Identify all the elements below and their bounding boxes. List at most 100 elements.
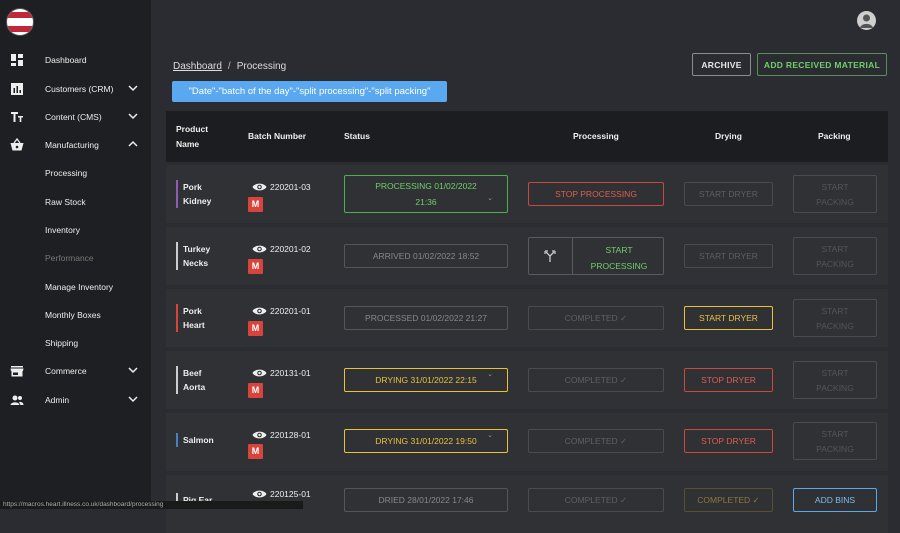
sidebar-item-label: Monthly Boxes bbox=[45, 310, 101, 320]
sidebar: Dashboard Customers (CRM) Content (CMS) … bbox=[0, 0, 151, 509]
archive-button[interactable]: ARCHIVE bbox=[692, 53, 751, 76]
eye-icon[interactable] bbox=[252, 430, 267, 440]
start-dryer-button[interactable]: START DRYER bbox=[684, 244, 773, 268]
account-avatar-icon[interactable] bbox=[857, 11, 876, 30]
chevron-down-icon bbox=[128, 396, 138, 403]
eye-icon[interactable] bbox=[252, 244, 267, 254]
table-row: Beef Aorta 220131-01 M DRYING 31/01/2022… bbox=[166, 351, 888, 409]
batch-number: 220125-01 bbox=[270, 489, 311, 499]
resize-handle-icon: ⌄ bbox=[487, 432, 493, 439]
start-packing-button[interactable]: START PACKING bbox=[793, 422, 877, 460]
status-badge: ARRIVED 01/02/2022 18:52 bbox=[344, 244, 508, 268]
eye-icon[interactable] bbox=[252, 306, 267, 316]
product-name: Salmon bbox=[176, 433, 214, 447]
filter-chip[interactable]: "Date"-"batch of the day"-"split process… bbox=[172, 81, 447, 102]
button-label: PACKING bbox=[816, 259, 854, 269]
sidebar-item-manage-inventory[interactable]: Manage Inventory bbox=[0, 273, 151, 301]
text-icon bbox=[11, 112, 23, 122]
start-processing-split-button[interactable]: START PROCESSING bbox=[528, 237, 664, 275]
button-label: START bbox=[821, 244, 849, 254]
start-packing-button[interactable]: START PACKING bbox=[793, 361, 877, 399]
breadcrumb: Dashboard / Processing bbox=[173, 61, 286, 72]
sidebar-item-manufacturing[interactable]: Manufacturing bbox=[0, 131, 151, 159]
resize-handle-icon: ⌄ bbox=[487, 371, 493, 378]
chevron-down-icon bbox=[128, 85, 138, 92]
product-name-line: Salmon bbox=[183, 435, 214, 445]
sidebar-item-dashboard[interactable]: Dashboard bbox=[0, 46, 151, 74]
chevron-up-icon bbox=[128, 140, 138, 147]
table-row: Turkey Necks 220201-02 M ARRIVED 01/02/2… bbox=[166, 227, 888, 285]
batch-number: 220201-03 bbox=[270, 182, 311, 192]
sidebar-item-shipping[interactable]: Shipping bbox=[0, 329, 151, 357]
add-bins-button[interactable]: ADD BINS bbox=[793, 488, 877, 512]
start-packing-button[interactable]: START PACKING bbox=[793, 299, 877, 337]
sidebar-item-label: Dashboard bbox=[45, 55, 87, 65]
sidebar-item-content[interactable]: Content (CMS) bbox=[0, 103, 151, 131]
dashboard-icon bbox=[11, 54, 23, 66]
sidebar-item-label: Raw Stock bbox=[45, 197, 86, 207]
brand-logo[interactable] bbox=[7, 9, 33, 35]
product-name-line: Turkey bbox=[183, 244, 211, 254]
status-text: 21:36 bbox=[415, 197, 437, 207]
button-label: START bbox=[821, 306, 849, 316]
product-name-line: Aorta bbox=[183, 382, 206, 392]
stop-processing-button[interactable]: STOP PROCESSING bbox=[528, 182, 664, 206]
start-packing-button[interactable]: START PACKING bbox=[793, 175, 877, 213]
product-name-line: Pork bbox=[183, 182, 202, 192]
header-text: Name bbox=[176, 139, 200, 149]
sidebar-item-label: Content (CMS) bbox=[45, 112, 102, 122]
column-header-product: Product Name bbox=[176, 122, 208, 152]
sidebar-item-inventory[interactable]: Inventory bbox=[0, 216, 151, 244]
status-badge: DRYING 31/01/2022 19:50 ⌄ bbox=[344, 429, 508, 453]
stop-dryer-button[interactable]: STOP DRYER bbox=[684, 368, 773, 392]
sidebar-item-label: Inventory bbox=[45, 225, 80, 235]
manufacturing-badge: M bbox=[248, 259, 263, 274]
batch-number: 220131-01 bbox=[270, 368, 311, 378]
sidebar-item-processing[interactable]: Processing bbox=[0, 159, 151, 187]
start-dryer-button[interactable]: START DRYER bbox=[684, 306, 773, 330]
sidebar-item-label: Processing bbox=[45, 168, 88, 178]
stop-dryer-button[interactable]: STOP DRYER bbox=[684, 429, 773, 453]
batch-number: 220201-01 bbox=[270, 306, 311, 316]
add-received-material-button[interactable]: ADD RECEIVED MATERIAL bbox=[757, 53, 887, 76]
divider bbox=[572, 238, 573, 274]
eye-icon[interactable] bbox=[252, 368, 267, 378]
sidebar-item-admin[interactable]: Admin bbox=[0, 386, 151, 414]
chart-icon bbox=[11, 83, 23, 95]
batch-number: 220128-01 bbox=[270, 430, 311, 440]
sidebar-item-commerce[interactable]: Commerce bbox=[0, 357, 151, 385]
status-badge: PROCESSED 01/02/2022 21:27 bbox=[344, 306, 508, 330]
sidebar-item-monthly-boxes[interactable]: Monthly Boxes bbox=[0, 301, 151, 329]
start-packing-button[interactable]: START PACKING bbox=[793, 237, 877, 275]
chevron-down-icon bbox=[128, 113, 138, 120]
start-dryer-button[interactable]: START DRYER bbox=[684, 182, 773, 206]
manufacturing-badge: M bbox=[248, 321, 263, 336]
button-label: PACKING bbox=[816, 321, 854, 331]
resize-handle-icon: ⌄ bbox=[487, 195, 493, 202]
product-name-line: Necks bbox=[183, 258, 209, 268]
sidebar-item-label: Shipping bbox=[45, 338, 79, 348]
breadcrumb-dashboard-link[interactable]: Dashboard bbox=[173, 61, 222, 72]
product-name-line: Kidney bbox=[183, 196, 212, 206]
sidebar-item-label: Performance bbox=[45, 253, 94, 263]
processing-completed-indicator: COMPLETED ✓ bbox=[528, 368, 664, 392]
split-icon[interactable] bbox=[543, 249, 557, 263]
table-row: Salmon 220128-01 M DRYING 31/01/2022 19:… bbox=[166, 413, 888, 471]
status-text: DRYING 31/01/2022 19:50 bbox=[375, 436, 477, 446]
manufacturing-badge: M bbox=[248, 444, 263, 459]
sidebar-item-customers[interactable]: Customers (CRM) bbox=[0, 75, 151, 103]
chevron-down-icon bbox=[128, 367, 138, 374]
product-name: Pork Heart bbox=[176, 304, 205, 332]
start-processing-button[interactable]: START PROCESSING bbox=[575, 242, 663, 274]
processing-completed-indicator: COMPLETED ✓ bbox=[528, 306, 664, 330]
eye-icon[interactable] bbox=[252, 489, 267, 499]
sidebar-item-label: Commerce bbox=[45, 366, 87, 376]
column-header-status: Status bbox=[344, 131, 370, 141]
sidebar-item-performance[interactable]: Performance bbox=[0, 244, 151, 272]
button-label: START bbox=[605, 245, 633, 255]
table-header: Product Name Batch Number Status Process… bbox=[166, 111, 888, 162]
status-badge: DRIED 28/01/2022 17:46 bbox=[344, 488, 508, 512]
eye-icon[interactable] bbox=[252, 182, 267, 192]
product-name-line: Beef bbox=[183, 368, 202, 378]
sidebar-item-raw-stock[interactable]: Raw Stock bbox=[0, 188, 151, 216]
